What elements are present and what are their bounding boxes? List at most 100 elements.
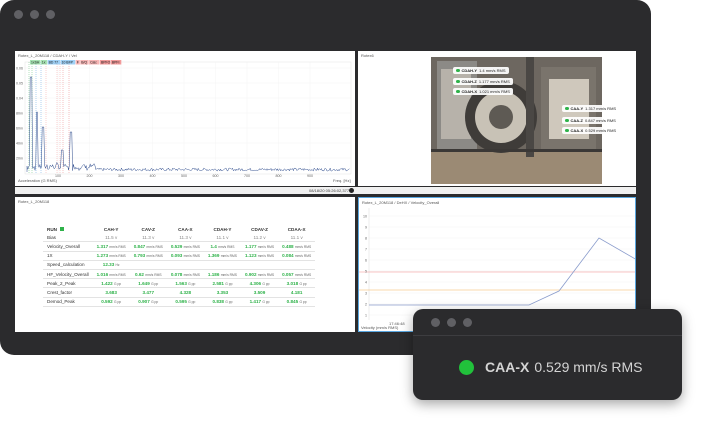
cell-value: 3.509 bbox=[253, 289, 266, 295]
popup-close-button[interactable] bbox=[431, 318, 440, 327]
table-row: HF_Velocity_Overall 1.016 mm/s RMS 0.62 mm… bbox=[43, 269, 316, 280]
table-cell bbox=[129, 260, 167, 270]
cell-value: 1.177 bbox=[245, 243, 257, 249]
cell-value: 0.595 bbox=[175, 299, 187, 305]
cell-value: 1.317 bbox=[96, 243, 109, 249]
cell-unit: G pp bbox=[299, 281, 307, 286]
spectrum-chart[interactable]: 0.060.050.0480m60m40m20m 100 200 300 400 500… bbox=[15, 51, 355, 186]
cell-value: 11.3 bbox=[142, 234, 151, 240]
row-label: Crest_factor bbox=[43, 287, 93, 298]
trend-series-line bbox=[369, 237, 635, 306]
record-indicator-icon bbox=[349, 187, 354, 193]
parameters-table: RUN CAH-Y CAV-Z CAA-X CDAH-Y CDAV-Z CDAA-X Bi… bbox=[43, 225, 316, 307]
table-cell: 0.093 mm/s RMS bbox=[166, 251, 204, 261]
cell-unit: mm/s RMS bbox=[220, 272, 237, 277]
trend-y-axis-label: Velocity (mm/s RMS) bbox=[361, 325, 399, 330]
trend-y-tick: 8 bbox=[365, 236, 367, 240]
spectrum-y-tick: 20m bbox=[16, 156, 23, 160]
row-label: Speed_calculation bbox=[43, 260, 93, 270]
cell-value: 3.018 bbox=[286, 280, 299, 286]
cell-unit: G pp bbox=[151, 281, 159, 286]
sensor-tag-value: 0.529 mm/s RMS bbox=[585, 128, 617, 133]
sensor-tag-cdah-x[interactable]: CDAH-X 1.021 mm/s RMS bbox=[453, 88, 513, 95]
sensor-status: CAA-X 0.529 mm/s RMS bbox=[459, 359, 642, 375]
window-controls bbox=[14, 10, 55, 19]
cell-value: 0.093 bbox=[170, 253, 183, 259]
cell-unit: mm/s RMS bbox=[257, 244, 275, 249]
status-ok-icon bbox=[459, 359, 474, 375]
trend-y-tick: 5 bbox=[365, 269, 367, 273]
trend-y-tick: 4 bbox=[365, 280, 367, 284]
trend-y-tick: 7 bbox=[365, 247, 367, 251]
sensor-tag-caa-x[interactable]: CAA-X 0.529 mm/s RMS bbox=[562, 127, 620, 134]
table-cell: 0.845 G pp bbox=[278, 297, 316, 307]
app-window: Rotex_L_20M118 / CDAH-Y / Vel 0.06 0.05 0.… bbox=[0, 0, 651, 355]
cell-unit: mm/s RMS bbox=[218, 244, 235, 249]
table-cell: 1.317 mm/s RMS bbox=[92, 241, 130, 252]
spectrum-marker-label: BPFI bbox=[112, 61, 120, 65]
parameters-panel[interactable]: Rotex_L_20M118 RUN CAH-Y CAV-Z CAA-X CDAH-Y… bbox=[15, 197, 355, 332]
table-row: 1X 1.273 mm/s RMS 0.793 mm/s RMS 0.093 mm/s… bbox=[43, 251, 316, 261]
cell-unit: V bbox=[226, 235, 229, 240]
cell-value: 11.1 bbox=[216, 234, 226, 240]
sensor-value: 0.529 mm/s RMS bbox=[534, 359, 643, 375]
maximize-window-button[interactable] bbox=[46, 10, 55, 19]
sensor-tag-caa-y[interactable]: CAA-Y 1.317 mm/s RMS bbox=[562, 105, 620, 112]
cell-value: 11.3 bbox=[179, 234, 188, 240]
popup-minimize-button[interactable] bbox=[447, 318, 456, 327]
spectrum-y-axis-label: Acceleration (G RMS) bbox=[18, 178, 57, 183]
cell-value: 1.4 bbox=[210, 243, 217, 249]
spectrum-x-tick: 500 bbox=[181, 174, 187, 178]
cell-value: 0.084 bbox=[282, 253, 294, 259]
cell-unit: mm/s RMS bbox=[257, 272, 275, 277]
table-cell: 12.33 Hz bbox=[92, 260, 130, 270]
cell-value: 0.488 bbox=[282, 243, 294, 249]
column-header: CDAH-Y bbox=[213, 226, 232, 232]
popup-maximize-button[interactable] bbox=[463, 318, 472, 327]
trend-y-tick: 2 bbox=[365, 302, 367, 306]
spectrum-panel[interactable]: Rotex_L_20M118 / CDAH-Y / Vel 0.06 0.05 0.… bbox=[15, 51, 355, 186]
cell-value: 0.907 bbox=[138, 299, 150, 305]
cell-unit: mm/s RMS bbox=[146, 254, 163, 259]
spectrum-marker-label: B/Q bbox=[81, 61, 87, 65]
close-window-button[interactable] bbox=[14, 10, 23, 19]
cell-value: 1.369 bbox=[207, 253, 220, 259]
spectrum-marker-label: F bbox=[77, 61, 79, 65]
popup-window-controls bbox=[431, 318, 472, 327]
sensor-ok-icon bbox=[565, 118, 569, 123]
cell-unit: mm/s RMS bbox=[220, 254, 237, 259]
table-cell bbox=[203, 260, 241, 270]
trend-y-tick: 6 bbox=[365, 258, 367, 262]
sensor-tag-name: CAA-Z bbox=[570, 118, 583, 123]
cell-unit: mm/s RMS bbox=[146, 244, 163, 249]
cell-value: 4.328 bbox=[179, 289, 192, 295]
table-cell: 0.488 mm/s RMS bbox=[278, 241, 316, 252]
cell-value: 0.845 bbox=[286, 299, 299, 305]
cell-value: 1.123 bbox=[245, 253, 257, 259]
cell-unit: G pp bbox=[113, 300, 122, 305]
spectrum-y-tick: 0.04 bbox=[16, 96, 23, 100]
cell-value: 3.353 bbox=[216, 289, 229, 295]
sensor-tag-cdah-z[interactable]: CDAH-Z 1.177 mm/s RMS bbox=[453, 78, 513, 85]
cell-value: 0.793 bbox=[133, 253, 146, 259]
cell-unit: mm/s RMS bbox=[145, 272, 162, 277]
table-cell: 0.057 mm/s RMS bbox=[278, 269, 316, 280]
sensor-tag-cdah-y[interactable]: CDAH-Y 1.4 mm/s RMS bbox=[453, 67, 509, 74]
cell-unit: V bbox=[189, 235, 192, 240]
table-row: Demod_Peak 0.592 G pp 0.907 G pp 0.595 G pp… bbox=[43, 297, 316, 307]
sensor-ok-icon bbox=[565, 128, 569, 133]
table-cell: 1.417 G pp bbox=[241, 297, 279, 307]
photo-panel[interactable]: Rotex6 CDAH-Y 1.4 mm/s RMS CDAH-Z 1.177 mm/… bbox=[358, 51, 636, 186]
table-cell: 0.595 G pp bbox=[166, 297, 204, 307]
sensor-tag-caa-z[interactable]: CAA-Z 0.847 mm/s RMS bbox=[562, 117, 619, 124]
trend-y-tick: 10 bbox=[363, 214, 367, 218]
cell-value: 3.683 bbox=[105, 289, 117, 295]
spectrum-y-tick: 0.06 bbox=[16, 66, 23, 70]
minimize-window-button[interactable] bbox=[30, 10, 39, 19]
table-cell: 3.683 bbox=[92, 287, 130, 298]
cell-value: 0.592 bbox=[101, 299, 113, 305]
table-cell: 4.328 bbox=[166, 287, 204, 298]
cell-unit: V bbox=[263, 235, 266, 240]
sensor-tag-value: 1.317 mm/s RMS bbox=[585, 106, 617, 111]
cell-unit: G pp bbox=[262, 281, 270, 286]
